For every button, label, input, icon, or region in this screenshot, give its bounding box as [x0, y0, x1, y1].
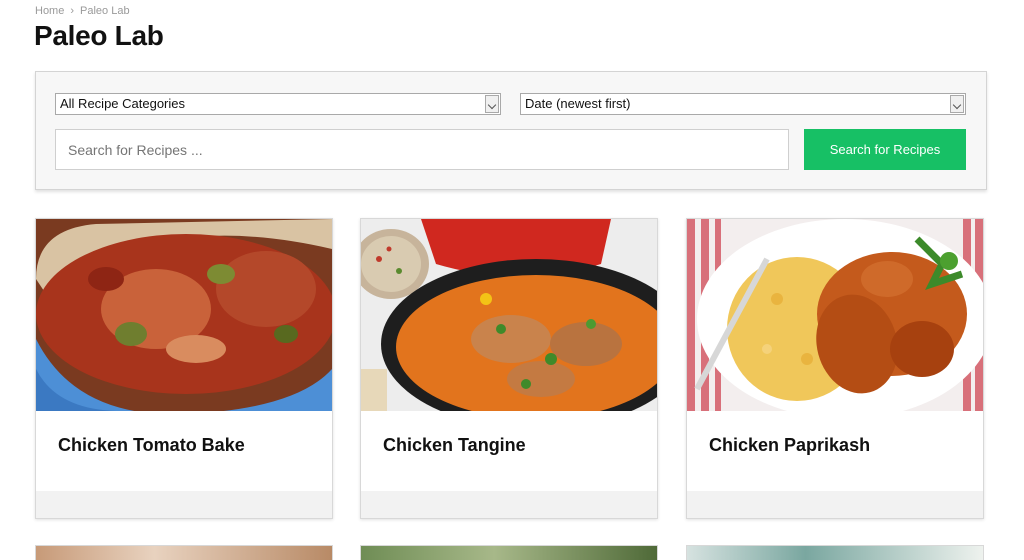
recipe-image[interactable] [361, 219, 657, 411]
recipe-image[interactable] [687, 219, 983, 411]
recipe-search-panel: All Recipe Categories Date (newest first… [35, 71, 987, 190]
recipe-card[interactable]: Chicken Tangine [360, 218, 658, 519]
sort-select[interactable]: Date (newest first) [520, 93, 966, 115]
recipe-image[interactable] [36, 219, 332, 411]
recipe-title[interactable]: Chicken Paprikash [709, 435, 870, 456]
recipe-card[interactable]: Chicken Tomato Bake [35, 218, 333, 519]
card-footer [36, 491, 332, 518]
recipe-card[interactable]: Chicken Paprikash [686, 218, 984, 519]
breadcrumb-home-link[interactable]: Home [35, 5, 64, 17]
card-footer [361, 491, 657, 518]
category-select-value: All Recipe Categories [60, 96, 186, 111]
chevron-down-icon[interactable] [950, 95, 964, 113]
breadcrumb: Home › Paleo Lab [35, 5, 130, 17]
search-input[interactable] [55, 129, 789, 170]
card-footer [687, 491, 983, 518]
recipe-title[interactable]: Chicken Tomato Bake [58, 435, 245, 456]
breadcrumb-separator: › [70, 5, 75, 17]
recipe-card-partial[interactable] [35, 545, 333, 560]
recipe-card-partial[interactable] [686, 545, 984, 560]
chevron-down-icon[interactable] [485, 95, 499, 113]
page-title: Paleo Lab [34, 20, 164, 51]
breadcrumb-current[interactable]: Paleo Lab [80, 5, 130, 17]
search-button[interactable]: Search for Recipes [804, 129, 966, 170]
category-select[interactable]: All Recipe Categories [55, 93, 501, 115]
sort-select-value: Date (newest first) [525, 96, 631, 111]
recipe-title[interactable]: Chicken Tangine [383, 435, 526, 456]
recipe-card-partial[interactable] [360, 545, 658, 560]
